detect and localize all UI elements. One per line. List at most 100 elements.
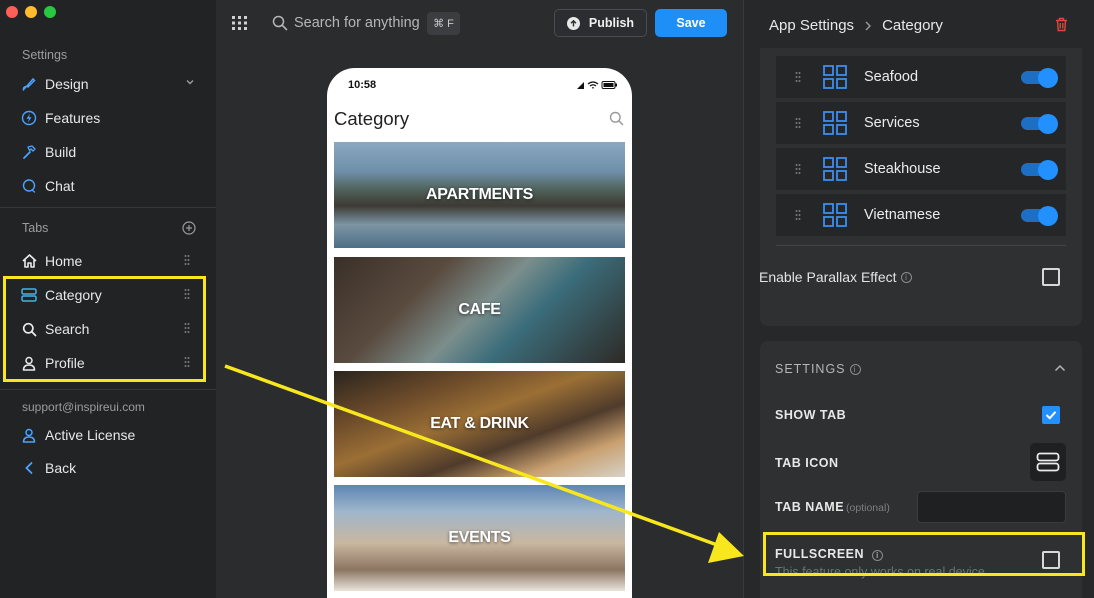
category-row-name: Seafood [864,69,919,85]
show-tab-label: SHOW TAB [775,408,847,422]
category-row-name: Services [864,115,920,131]
tab-name-label: TAB NAME (optional) [775,500,890,514]
maximize-window-button[interactable] [44,6,56,18]
lightning-icon [20,109,38,127]
publish-button[interactable]: Publish [554,9,647,37]
sidebar: Settings Design Features Build Chat Tabs… [0,0,216,598]
drag-handle-icon[interactable] [795,71,801,83]
category-grid-icon [823,203,847,227]
close-window-button[interactable] [6,6,18,18]
category-card[interactable]: APARTMENTS [334,142,625,248]
breadcrumb: App Settings Category [769,17,943,34]
search-icon[interactable] [609,111,624,126]
sidebar-item-design[interactable]: Design [20,71,200,97]
sidebar-item-label: Home [45,253,83,269]
sidebar-item-label: Features [45,110,101,126]
settings-panel: App Settings Category Seafood Services S… [743,0,1094,598]
back-label: Back [45,460,77,476]
sidebar-item-chat[interactable]: Chat [20,173,200,199]
category-card-label: APARTMENTS [426,186,533,203]
category-enabled-toggle[interactable] [1021,206,1058,226]
sidebar-item-label: Build [45,144,77,160]
chevron-left-icon [20,459,38,477]
app-window: Settings Design Features Build Chat Tabs… [0,0,1094,598]
category-card[interactable]: CAFE [334,257,625,363]
parallax-setting: Enable Parallax Effect i [759,269,912,285]
drag-handle-icon[interactable] [795,117,801,129]
info-icon[interactable]: i [900,271,912,283]
search-input[interactable]: Search for anything [294,15,420,31]
sidebar-item-build[interactable]: Build [20,139,200,165]
account-email: support@inspireui.com [22,400,145,414]
hammer-icon [20,143,38,161]
tab-icon-picker[interactable] [1030,443,1066,481]
drag-handle-icon[interactable] [795,209,801,221]
tab-name-input[interactable] [917,491,1066,523]
category-enabled-toggle[interactable] [1021,68,1058,88]
chevron-down-icon [184,76,196,88]
category-row: Seafood [776,56,1066,98]
user-icon [20,426,38,444]
category-row: Vietnamese [776,194,1066,236]
divider [776,245,1066,246]
parallax-checkbox[interactable] [1042,268,1060,286]
settings-section-label: Settings [22,48,68,62]
category-grid-icon [823,111,847,135]
category-row-name: Vietnamese [864,207,941,223]
active-license-label: Active License [45,427,136,443]
window-controls [6,6,56,18]
category-card[interactable]: EVENTS [334,485,625,591]
drag-handle-icon[interactable] [184,254,190,266]
chevron-up-icon[interactable] [1054,364,1066,372]
sidebar-item-features[interactable]: Features [20,105,200,131]
category-card-label: EAT & DRINK [430,415,529,432]
toolbar: Search for anything ⌘ F Publish Save [216,0,743,48]
category-card-label: EVENTS [448,529,511,546]
search-icon [272,15,288,31]
home-icon [20,252,38,270]
sidebar-item-label: Chat [45,178,75,194]
minimize-window-button[interactable] [25,6,37,18]
settings-header-label: SETTINGS [775,362,846,376]
add-tab-icon[interactable] [182,221,196,235]
breadcrumb-separator-icon [864,20,872,32]
breadcrumb-current: Category [882,17,943,34]
search-shortcut-badge: ⌘ F [427,12,460,35]
category-enabled-toggle[interactable] [1021,160,1058,180]
tab-name-label-text: TAB NAME [775,500,845,514]
tab-name-optional-hint: (optional) [846,502,890,514]
breadcrumb-root[interactable]: App Settings [769,17,854,34]
phone-preview: 10:58 Category APARTMENTS CAFE EAT & DRI… [327,68,632,598]
save-button[interactable]: Save [655,9,727,37]
screen-title: Category [334,108,410,129]
parallax-label: Enable Parallax Effect [759,269,897,285]
category-card[interactable]: EAT & DRINK [334,371,625,477]
show-tab-checkbox[interactable] [1042,406,1060,424]
back-link[interactable]: Back [20,455,200,481]
category-grid-icon [823,65,847,89]
status-time: 10:58 [348,79,377,91]
highlight-box [763,532,1085,576]
sidebar-item-home[interactable]: Home [20,248,200,274]
category-card-label: CAFE [458,301,501,318]
category-row: Services [776,102,1066,144]
settings-section-header[interactable]: SETTINGS i [775,362,861,376]
category-icon [1036,452,1060,472]
active-license-link[interactable]: Active License [20,422,200,448]
divider [0,389,216,390]
apps-grid-icon[interactable] [232,16,247,30]
category-enabled-toggle[interactable] [1021,114,1058,134]
status-icons [576,80,618,90]
category-row-name: Steakhouse [864,161,941,177]
brush-icon [20,75,38,93]
category-row: Steakhouse [776,148,1066,190]
publish-label: Publish [588,16,635,30]
info-icon[interactable]: i [849,363,861,375]
tabs-section-label: Tabs [22,221,49,235]
drag-handle-icon[interactable] [795,163,801,175]
chat-icon [20,177,38,195]
highlight-box [3,276,206,382]
divider [0,207,216,208]
category-grid-icon [823,157,847,181]
trash-icon[interactable] [1055,17,1068,32]
